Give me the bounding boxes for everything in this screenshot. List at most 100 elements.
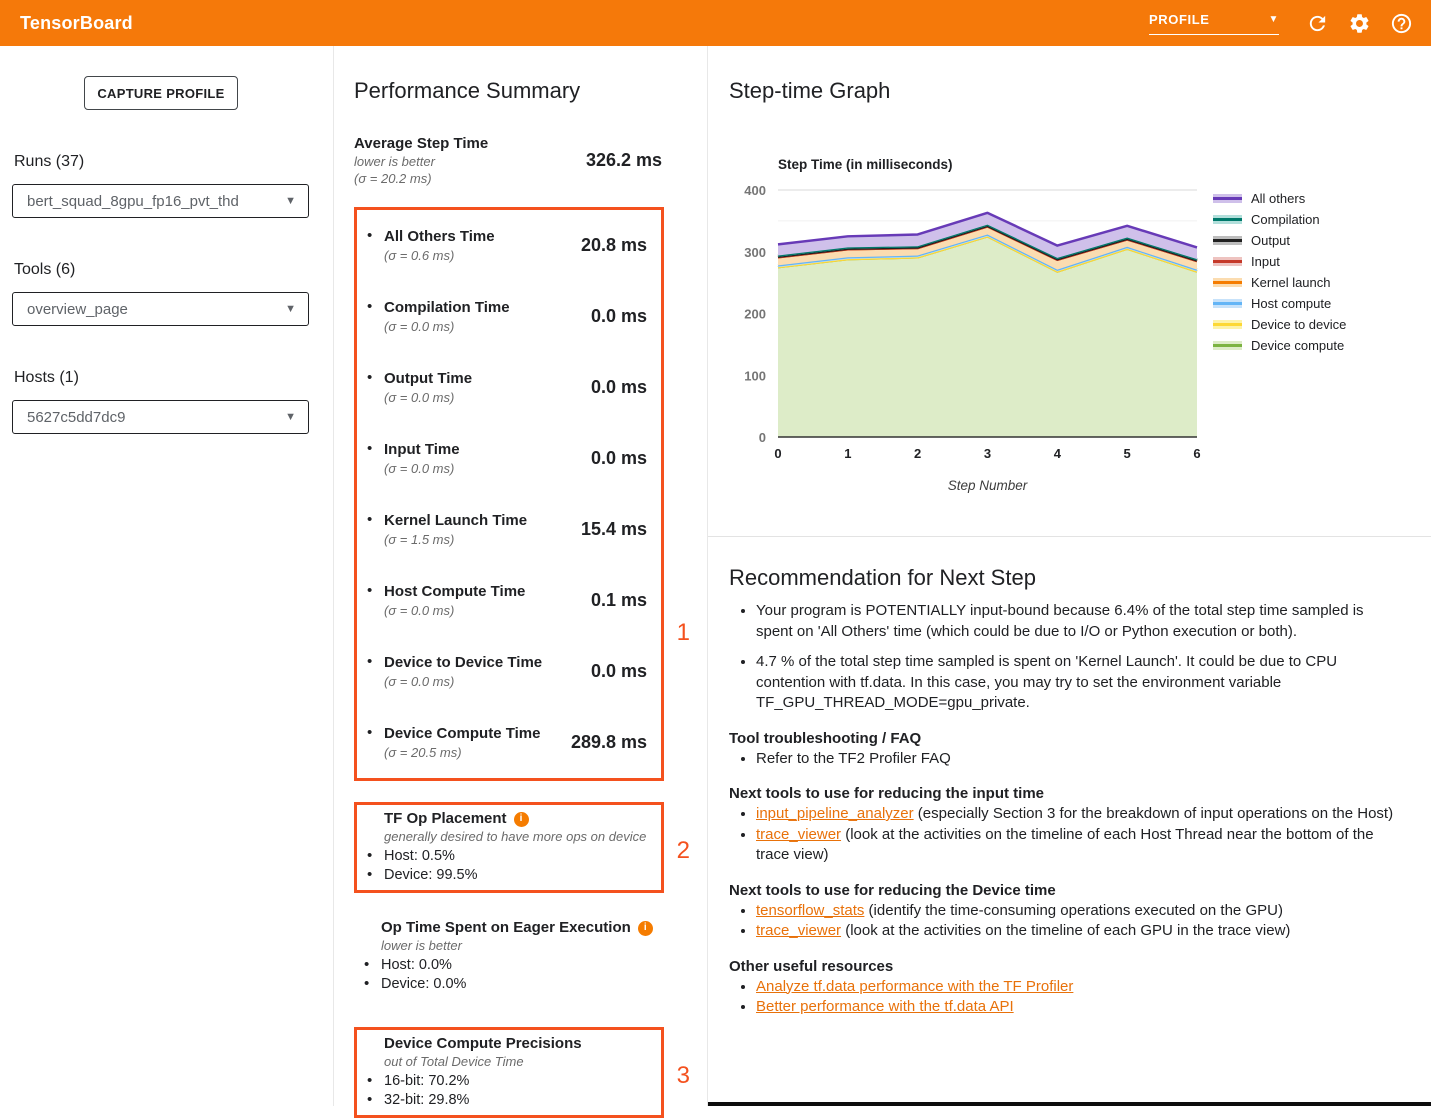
list-item: •Host: 0.0% [364, 956, 654, 975]
legend-item-host-compute: Host compute [1213, 293, 1346, 314]
step-time-graph-title: Step-time Graph [729, 78, 890, 104]
metric-value: 0.0 ms [591, 306, 651, 327]
group-item-text: (especially Section 3 for the breakdown … [914, 805, 1393, 822]
x-tick-label: 6 [1193, 446, 1200, 461]
runs-select-value: bert_squad_8gpu_fp16_pvt_thd [27, 193, 239, 210]
dashboard-selector-value: PROFILE [1149, 12, 1210, 27]
group-item-text: (look at the activities on the timeline … [756, 826, 1374, 864]
metric-label-line: •Host Compute Time [367, 582, 525, 601]
legend-line [1213, 260, 1242, 263]
section-label: Device Compute Precisions [367, 1035, 651, 1053]
recommendation-group-next-tools-to-use-for-reducing-the-input-time: Next tools to use for reducing the input… [729, 785, 1401, 866]
tool-link[interactable]: tensorflow_stats [756, 902, 864, 919]
metric-row-input-time: •Input Time(σ = 0.0 ms)0.0 ms [357, 423, 661, 494]
group-item: tensorflow_stats (identify the time-cons… [756, 901, 1401, 922]
section-subtitle: generally desired to have more ops on de… [367, 829, 651, 845]
tool-link[interactable]: trace_viewer [756, 922, 841, 939]
list-item-text: 32-bit: 29.8% [384, 1091, 469, 1110]
x-tick-label: 2 [914, 446, 921, 461]
group-items: input_pipeline_analyzer (especially Sect… [729, 804, 1401, 866]
hosts-label: Hosts (1) [14, 369, 79, 387]
group-items: Analyze tf.data performance with the TF … [729, 977, 1401, 1018]
metric-sigma: (σ = 0.0 ms) [384, 460, 460, 477]
legend-swatch [1213, 215, 1242, 224]
bullet-icon: • [367, 1072, 384, 1091]
app-title: TensorBoard [20, 13, 133, 34]
summary-section-device-compute-precisions: Device Compute Precisionsout of Total De… [354, 1027, 664, 1118]
metric-labels: •Output Time(σ = 0.0 ms) [367, 369, 472, 406]
metric-label: Input Time [384, 440, 460, 459]
x-tick-label: 3 [984, 446, 991, 461]
metric-value: 289.8 ms [571, 732, 651, 753]
metric-row-device-to-device-time: •Device to Device Time(σ = 0.0 ms)0.0 ms [357, 636, 661, 707]
bullet-icon: • [367, 1091, 384, 1110]
recommendation-section: Recommendation for Next Step Your progra… [708, 537, 1431, 1106]
metric-value: 0.1 ms [591, 590, 651, 611]
group-heading: Next tools to use for reducing the Devic… [729, 882, 1401, 899]
recommendation-groups: Tool troubleshooting / FAQRefer to the T… [729, 730, 1401, 1018]
chevron-down-icon: ▼ [285, 195, 296, 207]
legend-label: All others [1251, 191, 1305, 206]
section-bullets: •Host: 0.5%•Device: 99.5% [367, 847, 651, 884]
group-item: trace_viewer (look at the activities on … [756, 825, 1401, 866]
recommendation-title: Recommendation for Next Step [729, 565, 1401, 591]
list-item: •Device: 0.0% [364, 975, 654, 994]
legend-label: Device compute [1251, 338, 1344, 353]
list-item-text: Device: 0.0% [381, 975, 466, 994]
capture-profile-button[interactable]: CAPTURE PROFILE [84, 76, 238, 110]
legend-swatch [1213, 341, 1242, 350]
bullet-icon: • [367, 511, 384, 530]
metric-labels: •Compilation Time(σ = 0.0 ms) [367, 298, 510, 335]
y-tick-label: 300 [744, 245, 766, 260]
tools-select[interactable]: overview_page ▼ [12, 292, 309, 326]
metric-label: Device to Device Time [384, 653, 542, 672]
metric-label: Device Compute Time [384, 724, 540, 743]
tool-link[interactable]: trace_viewer [756, 826, 841, 843]
metric-sigma: (σ = 1.5 ms) [384, 531, 527, 548]
group-items: tensorflow_stats (identify the time-cons… [729, 901, 1401, 942]
section-bullets: •16-bit: 70.2%•32-bit: 29.8% [367, 1072, 651, 1109]
legend-item-device-compute: Device compute [1213, 335, 1346, 356]
hosts-select[interactable]: 5627c5dd7dc9 ▼ [12, 400, 309, 434]
tool-link[interactable]: Better performance with the tf.data API [756, 998, 1014, 1015]
recommendation-group-next-tools-to-use-for-reducing-the-device-time: Next tools to use for reducing the Devic… [729, 882, 1401, 942]
metric-note: lower is better [354, 153, 488, 170]
metric-rows: •All Others Time(σ = 0.6 ms)20.8 ms•Comp… [357, 210, 661, 778]
section-label-text: Device Compute Precisions [384, 1035, 582, 1053]
group-heading: Next tools to use for reducing the input… [729, 785, 1401, 802]
summary-section-op-time-spent-on-eager-execution: Op Time Spent on Eager Executionilower i… [354, 914, 664, 999]
settings-icon[interactable] [1348, 12, 1371, 35]
section-bullets: •Host: 0.0%•Device: 0.0% [364, 956, 654, 993]
metric-labels: •All Others Time(σ = 0.6 ms) [367, 227, 495, 264]
dashboard-selector[interactable]: PROFILE ▼ [1149, 12, 1279, 35]
legend-line [1213, 344, 1242, 347]
legend-swatch [1213, 278, 1242, 287]
group-item: Better performance with the tf.data API [756, 997, 1401, 1018]
average-step-time-labels: Average Step Time lower is better (σ = 2… [354, 134, 488, 187]
legend-line [1213, 239, 1242, 242]
list-item-text: Host: 0.5% [384, 847, 455, 866]
metric-row-host-compute-time: •Host Compute Time(σ = 0.0 ms)0.1 ms [357, 565, 661, 636]
bullet-icon: • [367, 866, 384, 885]
recommendation-group-other-useful-resources: Other useful resourcesAnalyze tf.data pe… [729, 958, 1401, 1018]
bullet-icon: • [367, 298, 384, 317]
tool-link[interactable]: input_pipeline_analyzer [756, 805, 914, 822]
chart-axis-title: Step Time (in milliseconds) [778, 157, 953, 172]
metric-label-line: •All Others Time [367, 227, 495, 246]
section-label: Op Time Spent on Eager Executioni [364, 919, 654, 937]
legend-line [1213, 323, 1242, 326]
runs-select[interactable]: bert_squad_8gpu_fp16_pvt_thd ▼ [12, 184, 309, 218]
info-icon[interactable]: i [514, 812, 529, 827]
metric-row-all-others-time: •All Others Time(σ = 0.6 ms)20.8 ms [357, 210, 661, 281]
metric-row-compilation-time: •Compilation Time(σ = 0.0 ms) 0.0 ms [357, 281, 661, 352]
tool-link[interactable]: Analyze tf.data performance with the TF … [756, 978, 1073, 995]
refresh-icon[interactable] [1306, 12, 1329, 35]
list-item-text: Host: 0.0% [381, 956, 452, 975]
info-icon[interactable]: i [638, 921, 653, 936]
list-item-text: 16-bit: 70.2% [384, 1072, 469, 1091]
group-items: Refer to the TF2 Profiler FAQ [729, 749, 1401, 770]
metric-label: Kernel Launch Time [384, 511, 527, 530]
help-icon[interactable] [1390, 12, 1413, 35]
bullet-icon: • [367, 724, 384, 743]
metric-row-device-compute-time: •Device Compute Time(σ = 20.5 ms)289.8 m… [357, 707, 661, 778]
